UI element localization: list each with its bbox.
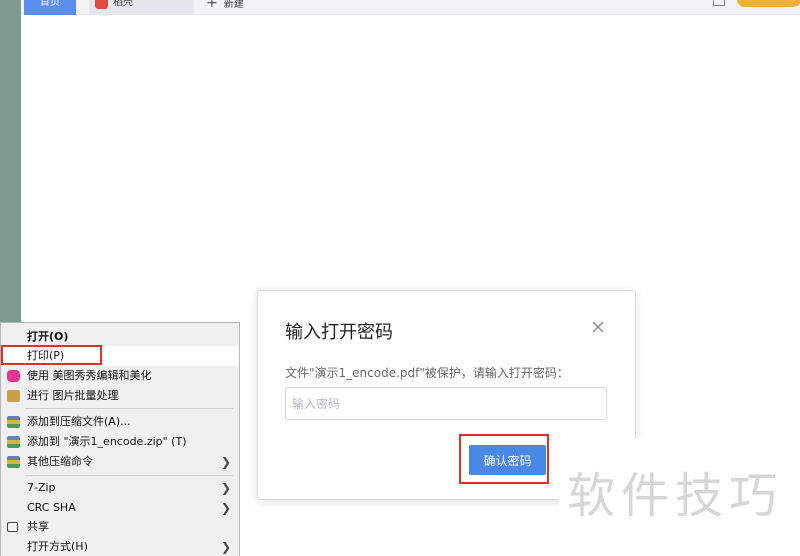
menu-item-label: 打开(O) [27,330,69,343]
login-button[interactable] [737,0,800,7]
dialog-description: 文件"演示1_encode.pdf"被保护，请输入打开密码： [285,366,569,380]
tab-docer-label: 稻壳 [113,0,133,8]
menu-item-crc-sha[interactable]: CRC SHA ❯ [1,498,239,518]
chevron-right-icon: ❯ [220,481,231,495]
close-button[interactable] [588,317,608,337]
menu-separator [25,408,233,409]
menu-item-meitu-edit[interactable]: 使用 美图秀秀编辑和美化 [1,366,239,386]
menu-item-open-with[interactable]: 打开方式(H) ❯ [1,537,239,556]
menu-item-label: 共享 [27,520,49,533]
menu-item-label: 添加到 "演示1_encode.zip" (T) [27,435,187,448]
dialog-title: 输入打开密码 [285,322,393,343]
close-icon [592,321,604,333]
tab-home[interactable]: 首页 [24,0,76,15]
password-input[interactable] [285,387,607,420]
tab-new[interactable]: + 新建 [206,0,244,15]
menu-item-label: 打开方式(H) [27,540,88,553]
window-layout-icon[interactable] [713,0,725,6]
winrar-icon [7,456,20,468]
menu-item-label: 进行 图片批量处理 [27,389,119,402]
tab-docer[interactable]: 稻壳 [89,0,194,15]
menu-item-add-archive[interactable]: 添加到压缩文件(A)... [1,412,239,432]
image-batch-icon [7,390,20,402]
menu-item-label: 使用 美图秀秀编辑和美化 [27,369,152,382]
menu-item-label: 7-Zip [27,481,56,494]
docer-logo-icon [95,0,108,9]
tab-new-label: 新建 [223,0,244,10]
menu-item-add-zip[interactable]: 添加到 "演示1_encode.zip" (T) [1,432,239,452]
chevron-right-icon: ❯ [220,455,231,469]
menu-item-batch-image[interactable]: 进行 图片批量处理 [1,386,239,406]
chevron-right-icon: ❯ [220,501,231,515]
chevron-right-icon: ❯ [220,540,231,554]
menu-item-label: CRC SHA [27,501,76,514]
menu-item-share[interactable]: 共享 [1,517,239,537]
menu-item-open[interactable]: 打开(O) [1,327,239,347]
menu-item-7zip[interactable]: 7-Zip ❯ [1,478,239,498]
plus-icon: + [206,0,218,11]
print-item-highlight-box [1,345,102,365]
menu-item-other-compress[interactable]: 其他压缩命令 ❯ [1,452,239,472]
winrar-icon [7,416,20,428]
share-icon [7,522,18,532]
meitu-icon [7,370,20,382]
tab-bar: 首页 稻壳 + 新建 [21,0,800,15]
menu-item-label: 其他压缩命令 [27,455,93,468]
watermark-text: 软件技巧 [567,468,784,524]
menu-item-label: 添加到压缩文件(A)... [27,415,131,428]
menu-separator [25,475,233,476]
confirm-button-highlight-box [459,434,549,484]
winrar-icon [7,436,20,448]
